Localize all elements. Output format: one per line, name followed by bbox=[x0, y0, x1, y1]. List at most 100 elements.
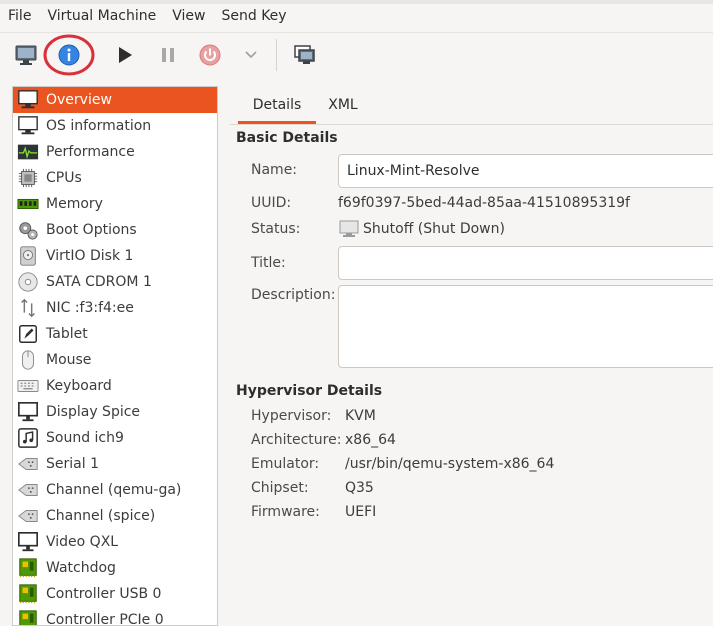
snapshots-button[interactable] bbox=[288, 39, 322, 71]
sidebar-item-label: Mouse bbox=[46, 352, 92, 368]
monitor-icon bbox=[16, 114, 40, 138]
uuid-label: UUID: bbox=[251, 195, 292, 211]
sidebar-item-label: Watchdog bbox=[46, 560, 116, 576]
title-label: Title: bbox=[251, 255, 286, 271]
shutdown-button[interactable] bbox=[193, 39, 227, 71]
sidebar-item-controller-usb-0[interactable]: Controller USB 0 bbox=[13, 581, 217, 607]
channel-icon bbox=[16, 478, 40, 502]
sidebar-item-video-qxl[interactable]: Video QXL bbox=[13, 529, 217, 555]
sidebar-item-label: Display Spice bbox=[46, 404, 141, 420]
sidebar-item-label: Memory bbox=[46, 196, 103, 212]
tab-divider bbox=[230, 124, 713, 125]
run-button[interactable] bbox=[108, 39, 142, 71]
sidebar-item-cpus[interactable]: CPUs bbox=[13, 165, 217, 191]
sidebar-item-memory[interactable]: Memory bbox=[13, 191, 217, 217]
keyboard-icon bbox=[16, 374, 40, 398]
pci-card-icon bbox=[16, 556, 40, 580]
sidebar-item-serial-1[interactable]: Serial 1 bbox=[13, 451, 217, 477]
uuid-value: f69f0397-5bed-44ad-85aa-41510895319f bbox=[338, 195, 630, 211]
chipset-value: Q35 bbox=[345, 480, 374, 496]
mouse-icon bbox=[16, 348, 40, 372]
sidebar-item-label: Serial 1 bbox=[46, 456, 99, 472]
show-details-button[interactable] bbox=[43, 34, 95, 76]
sidebar-item-mouse[interactable]: Mouse bbox=[13, 347, 217, 373]
disk-icon bbox=[16, 244, 40, 268]
toolbar bbox=[0, 33, 713, 77]
name-label: Name: bbox=[251, 162, 298, 178]
emulator-value: /usr/bin/qemu-system-x86_64 bbox=[345, 456, 555, 472]
tab-xml[interactable]: XML bbox=[316, 86, 370, 124]
power-icon bbox=[199, 44, 221, 66]
sidebar-item-label: Sound ich9 bbox=[46, 430, 124, 446]
sidebar-item-label: Overview bbox=[46, 92, 112, 108]
menu-view[interactable]: View bbox=[164, 0, 213, 33]
sidebar-item-sound-ich9[interactable]: Sound ich9 bbox=[13, 425, 217, 451]
sidebar-item-virtio-disk-1[interactable]: VirtIO Disk 1 bbox=[13, 243, 217, 269]
network-icon bbox=[16, 296, 40, 320]
sidebar-item-watchdog[interactable]: Watchdog bbox=[13, 555, 217, 581]
menu-virtual-machine[interactable]: Virtual Machine bbox=[39, 0, 164, 33]
chevron-down-icon bbox=[245, 51, 257, 59]
sidebar-item-keyboard[interactable]: Keyboard bbox=[13, 373, 217, 399]
video-icon bbox=[16, 530, 40, 554]
description-field[interactable] bbox=[338, 285, 713, 368]
sidebar-item-boot-options[interactable]: Boot Options bbox=[13, 217, 217, 243]
hardware-list: Overview OS information Performance CPUs Mem… bbox=[12, 86, 218, 626]
architecture-label: Architecture: bbox=[251, 432, 342, 448]
sidebar-item-channel-spice[interactable]: Channel (spice) bbox=[13, 503, 217, 529]
sidebar-item-channel-qemu-ga[interactable]: Channel (qemu-ga) bbox=[13, 477, 217, 503]
hypervisor-label: Hypervisor: bbox=[251, 408, 332, 424]
firmware-value: UEFI bbox=[345, 504, 377, 520]
gears-icon bbox=[16, 218, 40, 242]
snapshot-icon bbox=[294, 45, 315, 64]
sidebar-item-label: Channel (spice) bbox=[46, 508, 156, 524]
sidebar-item-overview[interactable]: Overview bbox=[13, 87, 217, 113]
play-icon bbox=[119, 47, 132, 63]
sidebar-item-sata-cdrom-1[interactable]: SATA CDROM 1 bbox=[13, 269, 217, 295]
tab-bar: Details XML bbox=[230, 86, 713, 124]
menu-send-key[interactable]: Send Key bbox=[213, 0, 294, 33]
menu-file[interactable]: File bbox=[0, 0, 39, 33]
sidebar-item-display-spice[interactable]: Display Spice bbox=[13, 399, 217, 425]
highlight-circle bbox=[43, 34, 95, 76]
sidebar-item-performance[interactable]: Performance bbox=[13, 139, 217, 165]
hypervisor-details-heading: Hypervisor Details bbox=[236, 383, 383, 399]
tab-details[interactable]: Details bbox=[238, 86, 316, 124]
sound-icon bbox=[16, 426, 40, 450]
pause-button[interactable] bbox=[151, 39, 185, 71]
pci-card-icon bbox=[16, 608, 40, 625]
serial-icon bbox=[16, 452, 40, 476]
title-field[interactable] bbox=[338, 246, 713, 280]
sidebar-item-label: Video QXL bbox=[46, 534, 119, 550]
architecture-value: x86_64 bbox=[345, 432, 396, 448]
sidebar-item-label: Controller USB 0 bbox=[46, 586, 162, 602]
toolbar-separator bbox=[276, 39, 277, 71]
sidebar-item-label: SATA CDROM 1 bbox=[46, 274, 152, 290]
firmware-label: Firmware: bbox=[251, 504, 320, 520]
hypervisor-value: KVM bbox=[345, 408, 376, 424]
pci-card-icon bbox=[16, 582, 40, 606]
cpu-icon bbox=[16, 166, 40, 190]
menu-bar: File Virtual Machine View Send Key bbox=[0, 0, 713, 33]
sidebar-item-nic-f3-f4-ee[interactable]: NIC :f3:f4:ee bbox=[13, 295, 217, 321]
sidebar-item-label: OS information bbox=[46, 118, 152, 134]
memory-icon bbox=[16, 192, 40, 216]
sidebar-item-controller-pcie-0[interactable]: Controller PCIe 0 bbox=[13, 607, 217, 625]
name-field[interactable] bbox=[338, 154, 713, 188]
sidebar-item-os-information[interactable]: OS information bbox=[13, 113, 217, 139]
performance-icon bbox=[16, 140, 40, 164]
sidebar-item-tablet[interactable]: Tablet bbox=[13, 321, 217, 347]
status-label: Status: bbox=[251, 221, 301, 237]
display-icon bbox=[16, 400, 40, 424]
status-value: Shutoff (Shut Down) bbox=[363, 221, 505, 237]
sidebar-item-label: Channel (qemu-ga) bbox=[46, 482, 182, 498]
chipset-label: Chipset: bbox=[251, 480, 309, 496]
emulator-label: Emulator: bbox=[251, 456, 320, 472]
channel-icon bbox=[16, 504, 40, 528]
virt-manager-window: File Virtual Machine View Send Key Overv… bbox=[0, 0, 713, 626]
tab-xml-label: XML bbox=[328, 97, 358, 113]
shutdown-menu-button[interactable] bbox=[234, 39, 268, 71]
show-console-button[interactable] bbox=[9, 39, 43, 71]
sidebar-item-label: Keyboard bbox=[46, 378, 112, 394]
sidebar-item-label: Performance bbox=[46, 144, 135, 160]
